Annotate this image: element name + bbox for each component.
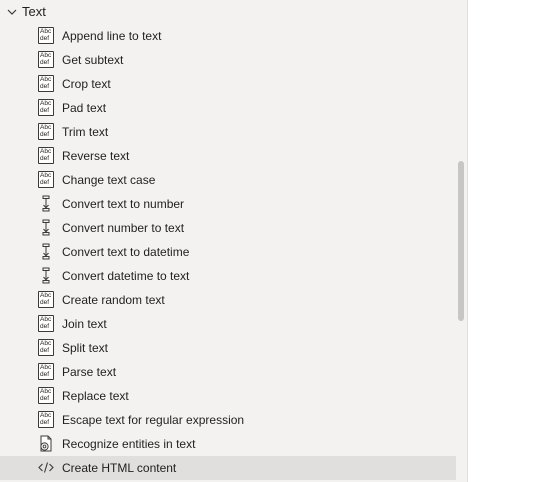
scrollbar-thumb[interactable] [458, 161, 464, 321]
text-abc-icon: Abc def [38, 51, 54, 68]
text-abc-icon: Abc def [38, 363, 54, 380]
text-abc-icon: Abc def [38, 75, 54, 92]
recognize-entities-icon [38, 435, 54, 452]
convert-icon [38, 195, 54, 212]
icon-text-bottom: def [40, 298, 50, 306]
list-item[interactable]: Abc def Change text case [0, 168, 456, 192]
icon-text-bottom: def [40, 58, 50, 66]
list-item-label: Append line to text [62, 29, 162, 43]
list-item[interactable]: Create HTML content [0, 456, 456, 480]
text-abc-icon: Abc def [38, 291, 54, 308]
list-item[interactable]: Abc def Create random text [0, 288, 456, 312]
text-abc-icon: Abc def [38, 387, 54, 404]
list-item-label: Trim text [62, 125, 109, 139]
list-item-label: Split text [62, 341, 109, 355]
list-item[interactable]: Abc def Trim text [0, 120, 456, 144]
list-item[interactable]: Abc def Crop text [0, 72, 456, 96]
icon-text-bottom: def [40, 34, 50, 42]
text-abc-icon: Abc def [38, 123, 54, 140]
icon-text-bottom: def [40, 82, 50, 90]
list-item-label: Change text case [62, 173, 156, 187]
list-item-label: Join text [62, 317, 107, 331]
code-icon [38, 459, 54, 476]
list-item[interactable]: Abc def Escape text for regular expression [0, 408, 456, 432]
list-item[interactable]: Convert text to datetime [0, 240, 456, 264]
list-item[interactable]: Abc def Get subtext [0, 48, 456, 72]
action-list: Abc def Append line to text Abc def Get subte… [0, 24, 456, 480]
icon-text-bottom: def [40, 106, 50, 114]
icon-text-bottom: def [40, 130, 50, 138]
icon-text-bottom: def [40, 322, 50, 330]
group-title: Text [22, 4, 46, 19]
list-item[interactable]: Abc def Join text [0, 312, 456, 336]
text-abc-icon: Abc def [38, 171, 54, 188]
list-item[interactable]: Recognize entities in text [0, 432, 456, 456]
icon-text-bottom: def [40, 178, 50, 186]
group-header-text[interactable]: Text [0, 0, 456, 24]
list-item-label: Replace text [62, 389, 129, 403]
icon-text-bottom: def [40, 370, 50, 378]
text-abc-icon: Abc def [38, 27, 54, 44]
list-item[interactable]: Abc def Append line to text [0, 24, 456, 48]
list-item-label: Parse text [62, 365, 117, 379]
list-item-label: Crop text [62, 77, 111, 91]
list-item[interactable]: Convert datetime to text [0, 264, 456, 288]
text-abc-icon: Abc def [38, 339, 54, 356]
list-item-label: Recognize entities in text [62, 437, 196, 451]
list-item-label: Reverse text [62, 149, 130, 163]
convert-icon [38, 219, 54, 236]
icon-text-bottom: def [40, 418, 50, 426]
icon-text-bottom: def [40, 154, 50, 162]
list-item-label: Convert text to datetime [62, 245, 190, 259]
convert-icon [38, 267, 54, 284]
list-item[interactable]: Abc def Reverse text [0, 144, 456, 168]
convert-icon [38, 243, 54, 260]
list-item-label: Create random text [62, 293, 165, 307]
actions-panel: Text Abc def Append line to text Abc def Get … [0, 0, 468, 482]
list-item-label: Get subtext [62, 53, 124, 67]
text-abc-icon: Abc def [38, 147, 54, 164]
list-item[interactable]: Abc def Split text [0, 336, 456, 360]
list-item-label: Escape text for regular expression [62, 413, 245, 427]
list-item[interactable]: Convert number to text [0, 216, 456, 240]
list-item-label: Create HTML content [62, 461, 177, 475]
text-abc-icon: Abc def [38, 315, 54, 332]
list-item[interactable]: Abc def Pad text [0, 96, 456, 120]
list-item-label: Convert number to text [62, 221, 185, 235]
list-item[interactable]: Abc def Replace text [0, 384, 456, 408]
list-item-label: Convert text to number [62, 197, 185, 211]
list-item-label: Convert datetime to text [62, 269, 190, 283]
icon-text-bottom: def [40, 346, 50, 354]
list-item-label: Pad text [62, 101, 107, 115]
list-item[interactable]: Convert text to number [0, 192, 456, 216]
chevron-down-icon [7, 9, 17, 15]
text-abc-icon: Abc def [38, 411, 54, 428]
list-item[interactable]: Abc def Parse text [0, 360, 456, 384]
text-abc-icon: Abc def [38, 99, 54, 116]
icon-text-bottom: def [40, 394, 50, 402]
